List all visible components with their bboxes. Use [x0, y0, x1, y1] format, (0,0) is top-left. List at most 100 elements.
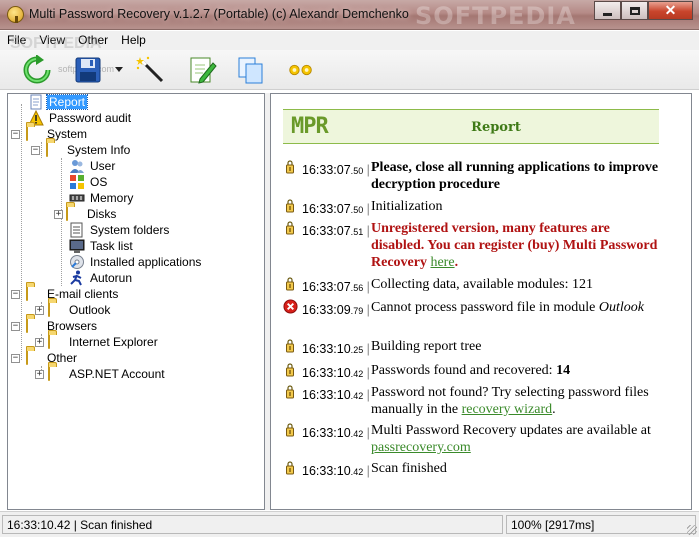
- tree-item-internet-explorer[interactable]: + Internet Explorer: [35, 333, 160, 350]
- tree-item-label: Installed applications: [90, 255, 202, 269]
- menu-bar: SOFTPEDIA File View Other Help: [0, 31, 699, 52]
- tree-item-other[interactable]: − Other: [11, 349, 79, 366]
- lock-icon: [285, 338, 299, 354]
- folder-icon: [66, 205, 82, 222]
- minimize-icon: [603, 12, 612, 16]
- tree-item-system-info[interactable]: − System Info: [31, 141, 132, 158]
- folder-icon: [26, 349, 42, 366]
- minimize-button[interactable]: [594, 1, 621, 20]
- save-icon: [75, 57, 101, 83]
- tree-line: [61, 158, 62, 286]
- close-icon: ✕: [664, 2, 677, 18]
- os-icon: [70, 175, 84, 189]
- tree-item-label: Memory: [90, 191, 134, 205]
- status-bar: 16:33:10.42 | Scan finished 100% [2917ms…: [0, 511, 699, 537]
- collapse-icon[interactable]: −: [31, 145, 40, 155]
- maximize-button[interactable]: [621, 1, 648, 20]
- tree-item-label: Disks: [87, 207, 117, 221]
- folder-icon: [26, 317, 42, 334]
- title-bar: Multi Password Recovery v.1.2.7 (Portabl…: [0, 0, 699, 30]
- folder-icon: [48, 365, 64, 382]
- tree-item-aspnet-account[interactable]: + ASP.NET Account: [35, 365, 167, 382]
- tree-item-report[interactable]: Report: [28, 94, 89, 110]
- tree-item-password-audit[interactable]: Password audit: [28, 110, 133, 126]
- entry-message: Collecting data, available modules: 121: [371, 277, 593, 292]
- system-folders-icon: [70, 222, 83, 238]
- expand-icon[interactable]: +: [35, 305, 44, 315]
- tree-item-task-list[interactable]: Task list: [69, 238, 135, 254]
- folder-icon: [46, 141, 62, 158]
- lock-icon: [285, 220, 299, 236]
- entry-message: Passwords found and recovered: 14: [371, 363, 571, 378]
- entry-message: Building report tree: [371, 339, 482, 354]
- close-button[interactable]: ✕: [648, 1, 693, 20]
- app-lock-icon[interactable]: [7, 6, 24, 23]
- menu-view[interactable]: View: [32, 31, 71, 50]
- autorun-icon: [70, 270, 82, 286]
- entry-timestamp: 16:33:07.51 |: [302, 224, 370, 238]
- entry-link[interactable]: recovery wizard: [462, 402, 553, 417]
- edit-button[interactable]: [187, 55, 217, 85]
- tree-item-label: Password audit: [49, 111, 132, 125]
- toolbar: softpedia.com: [0, 50, 699, 90]
- tree-item-system-folders[interactable]: System folders: [69, 222, 171, 238]
- entry-message: Initialization: [371, 199, 443, 214]
- menu-file[interactable]: File: [0, 31, 32, 50]
- report-header: MPR Report: [283, 109, 659, 144]
- collapse-icon[interactable]: −: [11, 129, 20, 139]
- tree-item-label: User: [90, 159, 116, 173]
- lock-icon: [285, 384, 299, 400]
- entry-message: Multi Password Recovery updates are avai…: [371, 423, 651, 455]
- entry-timestamp: 16:33:10.42 |: [302, 426, 370, 440]
- tree-item-os[interactable]: OS: [69, 174, 109, 190]
- tree-item-email-clients[interactable]: − E-mail clients: [11, 285, 120, 302]
- report-view[interactable]: MPR Report 16:33:07.50 | Please, close al…: [270, 93, 692, 510]
- tree-item-label: Outlook: [69, 303, 111, 317]
- collapse-icon[interactable]: −: [11, 289, 20, 299]
- menu-other[interactable]: Other: [71, 31, 114, 50]
- wizard-button[interactable]: [136, 55, 166, 85]
- settings-icon: [289, 64, 312, 76]
- task-list-icon: [69, 239, 85, 253]
- edit-icon: [190, 57, 217, 84]
- report-icon: [30, 94, 42, 110]
- folder-icon: [26, 125, 42, 142]
- expand-icon[interactable]: +: [35, 337, 44, 347]
- tree-item-autorun[interactable]: Autorun: [69, 270, 134, 286]
- copy-button[interactable]: [236, 55, 266, 85]
- entry-message: Password not found? Try selecting passwo…: [371, 385, 649, 417]
- resize-grip[interactable]: [687, 525, 697, 535]
- entry-timestamp: 16:33:07.56 |: [302, 280, 370, 294]
- maximize-icon: [629, 6, 640, 15]
- tree-item-outlook[interactable]: + Outlook: [35, 301, 112, 318]
- tree-item-user[interactable]: User: [69, 158, 117, 174]
- status-message: 16:33:10.42 | Scan finished: [2, 515, 503, 534]
- refresh-icon: [23, 55, 51, 84]
- tree-item-disks[interactable]: + Disks: [54, 205, 118, 222]
- entry-timestamp: 16:33:07.50 |: [302, 202, 370, 216]
- entry-link[interactable]: here: [430, 255, 454, 270]
- tree-item-label: Internet Explorer: [69, 335, 158, 349]
- collapse-icon[interactable]: −: [11, 353, 20, 363]
- folder-icon: [26, 285, 42, 302]
- collapse-icon[interactable]: −: [11, 321, 20, 331]
- entry-timestamp: 16:33:10.25 |: [302, 342, 370, 356]
- category-tree[interactable]: Report Password audit − System − System …: [7, 93, 265, 510]
- expand-icon[interactable]: +: [54, 209, 63, 219]
- lock-icon: [285, 159, 299, 175]
- save-dropdown-caret[interactable]: [115, 67, 123, 72]
- entry-link[interactable]: passrecovery.com: [371, 440, 471, 455]
- refresh-button[interactable]: [22, 55, 52, 85]
- settings-button[interactable]: [286, 55, 316, 85]
- window-title: Multi Password Recovery v.1.2.7 (Portabl…: [29, 7, 409, 21]
- tree-item-label: System Info: [67, 143, 131, 157]
- tree-item-memory[interactable]: Memory: [69, 190, 135, 206]
- save-button[interactable]: [73, 55, 103, 85]
- tree-item-label: OS: [90, 175, 108, 189]
- tree-item-installed-applications[interactable]: Installed applications: [69, 254, 203, 270]
- tree-item-label: ASP.NET Account: [69, 367, 165, 381]
- tree-item-label: Report: [45, 94, 89, 110]
- expand-icon[interactable]: +: [35, 369, 44, 379]
- entry-timestamp: 16:33:07.50 |: [302, 163, 370, 177]
- menu-help[interactable]: Help: [114, 31, 152, 50]
